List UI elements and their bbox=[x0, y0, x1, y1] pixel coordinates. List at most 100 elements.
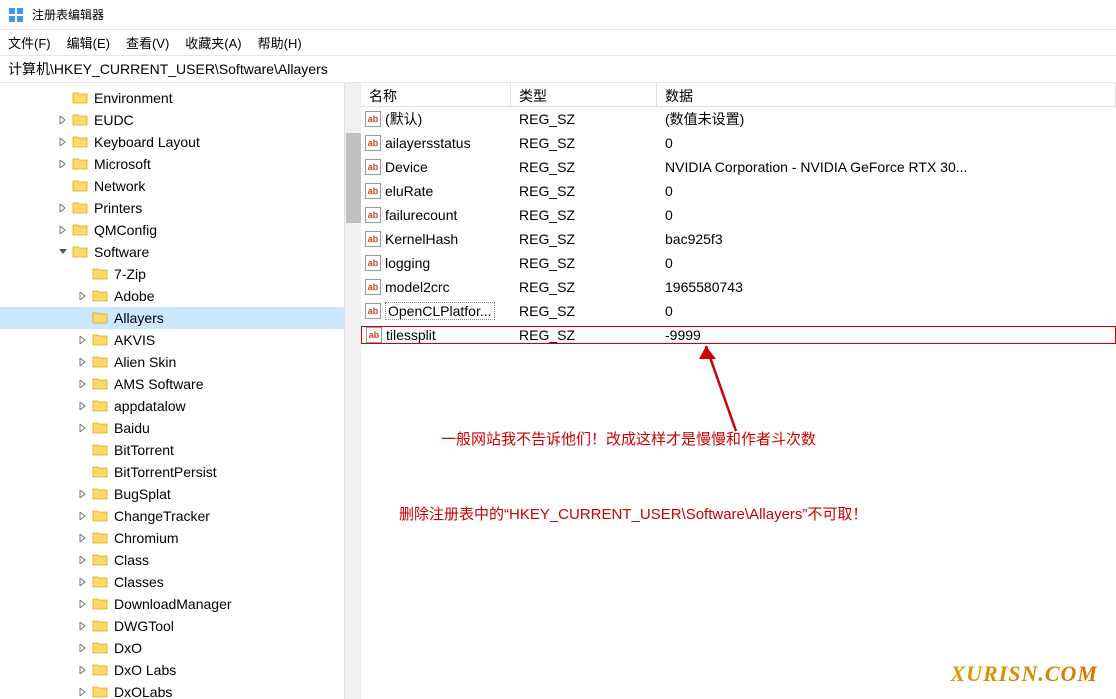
tree-item-adobe[interactable]: Adobe bbox=[0, 285, 360, 307]
string-value-icon: ab bbox=[366, 327, 382, 343]
folder-icon bbox=[92, 377, 108, 391]
tree-item-qmconfig[interactable]: QMConfig bbox=[0, 219, 360, 241]
tree-item-akvis[interactable]: AKVIS bbox=[0, 329, 360, 351]
expand-toggle bbox=[76, 443, 90, 457]
folder-icon bbox=[92, 355, 108, 369]
value-data: (数值未设置) bbox=[657, 109, 1116, 129]
expand-toggle[interactable] bbox=[76, 333, 90, 347]
tree-item-eudc[interactable]: EUDC bbox=[0, 109, 360, 131]
cell-name-wrap: ab(默认) bbox=[361, 109, 511, 129]
scrollbar-thumb[interactable] bbox=[346, 133, 361, 223]
tree-item-allayers[interactable]: Allayers bbox=[0, 307, 360, 329]
expand-toggle[interactable] bbox=[76, 619, 90, 633]
registry-value-row[interactable]: abOpenCLPlatfor...REG_SZ0 bbox=[361, 299, 1116, 323]
expand-toggle[interactable] bbox=[76, 289, 90, 303]
expand-toggle[interactable] bbox=[76, 531, 90, 545]
value-name: failurecount bbox=[385, 207, 457, 223]
registry-value-row[interactable]: abKernelHashREG_SZbac925f3 bbox=[361, 227, 1116, 251]
registry-value-row[interactable]: abeluRateREG_SZ0 bbox=[361, 179, 1116, 203]
registry-value-row[interactable]: abmodel2crcREG_SZ1965580743 bbox=[361, 275, 1116, 299]
tree-item-ams-software[interactable]: AMS Software bbox=[0, 373, 360, 395]
expand-toggle[interactable] bbox=[76, 663, 90, 677]
registry-value-row[interactable]: abfailurecountREG_SZ0 bbox=[361, 203, 1116, 227]
expand-toggle[interactable] bbox=[76, 421, 90, 435]
tree-label: Adobe bbox=[114, 288, 154, 304]
value-data: 0 bbox=[657, 303, 1116, 319]
tree-item-software[interactable]: Software bbox=[0, 241, 360, 263]
menubar: 文件(F) 编辑(E) 查看(V) 收藏夹(A) 帮助(H) bbox=[0, 30, 1116, 55]
tree-item-downloadmanager[interactable]: DownloadManager bbox=[0, 593, 360, 615]
expand-toggle[interactable] bbox=[76, 377, 90, 391]
tree-item-appdatalow[interactable]: appdatalow bbox=[0, 395, 360, 417]
expand-toggle[interactable] bbox=[56, 201, 70, 215]
tree-item-7-zip[interactable]: 7-Zip bbox=[0, 263, 360, 285]
tree-item-dxo-labs[interactable]: DxO Labs bbox=[0, 659, 360, 681]
tree-item-printers[interactable]: Printers bbox=[0, 197, 360, 219]
scrollbar-vertical[interactable] bbox=[344, 83, 361, 699]
tree-label: Network bbox=[94, 178, 145, 194]
expand-toggle[interactable] bbox=[56, 135, 70, 149]
tree-item-dxo[interactable]: DxO bbox=[0, 637, 360, 659]
tree-item-bittorrent[interactable]: BitTorrent bbox=[0, 439, 360, 461]
registry-value-row[interactable]: abDeviceREG_SZNVIDIA Corporation - NVIDI… bbox=[361, 155, 1116, 179]
address-path: 计算机\HKEY_CURRENT_USER\Software\Allayers bbox=[8, 59, 328, 79]
tree-item-classes[interactable]: Classes bbox=[0, 571, 360, 593]
tree-item-changetracker[interactable]: ChangeTracker bbox=[0, 505, 360, 527]
tree-item-baidu[interactable]: Baidu bbox=[0, 417, 360, 439]
annotation-arrow bbox=[691, 341, 741, 441]
expand-toggle[interactable] bbox=[76, 487, 90, 501]
expand-toggle[interactable] bbox=[76, 399, 90, 413]
folder-icon bbox=[92, 641, 108, 655]
tree-item-alien-skin[interactable]: Alien Skin bbox=[0, 351, 360, 373]
registry-value-row[interactable]: ab(默认)REG_SZ(数值未设置) bbox=[361, 107, 1116, 131]
registry-value-row[interactable]: abloggingREG_SZ0 bbox=[361, 251, 1116, 275]
expand-toggle[interactable] bbox=[76, 355, 90, 369]
tree-item-dxolabs[interactable]: DxOLabs bbox=[0, 681, 360, 699]
registry-value-row[interactable]: abailayersstatusREG_SZ0 bbox=[361, 131, 1116, 155]
tree-item-class[interactable]: Class bbox=[0, 549, 360, 571]
app-icon bbox=[8, 7, 24, 23]
menu-edit[interactable]: 编辑(E) bbox=[67, 33, 110, 52]
menu-file[interactable]: 文件(F) bbox=[8, 33, 51, 52]
value-name: KernelHash bbox=[385, 231, 458, 247]
expand-toggle[interactable] bbox=[56, 113, 70, 127]
col-header-data[interactable]: 数据 bbox=[657, 83, 1116, 106]
tree-label: DxOLabs bbox=[114, 684, 172, 699]
folder-icon bbox=[92, 421, 108, 435]
value-data: 0 bbox=[657, 207, 1116, 223]
expand-toggle[interactable] bbox=[76, 641, 90, 655]
folder-icon bbox=[92, 267, 108, 281]
tree-item-bittorrentpersist[interactable]: BitTorrentPersist bbox=[0, 461, 360, 483]
tree-item-bugsplat[interactable]: BugSplat bbox=[0, 483, 360, 505]
tree-item-microsoft[interactable]: Microsoft bbox=[0, 153, 360, 175]
expand-toggle[interactable] bbox=[76, 509, 90, 523]
tree-item-network[interactable]: Network bbox=[0, 175, 360, 197]
value-type: REG_SZ bbox=[511, 231, 657, 247]
expand-toggle[interactable] bbox=[76, 685, 90, 699]
menu-view[interactable]: 查看(V) bbox=[126, 33, 169, 52]
tree-item-chromium[interactable]: Chromium bbox=[0, 527, 360, 549]
expand-toggle[interactable] bbox=[76, 575, 90, 589]
string-value-icon: ab bbox=[365, 183, 381, 199]
col-header-name[interactable]: 名称 bbox=[361, 83, 511, 106]
value-type: REG_SZ bbox=[511, 207, 657, 223]
string-value-icon: ab bbox=[365, 303, 381, 319]
expand-toggle[interactable] bbox=[56, 157, 70, 171]
tree-panel[interactable]: EnvironmentEUDCKeyboard LayoutMicrosoft N… bbox=[0, 83, 361, 699]
cell-name-wrap: abKernelHash bbox=[361, 231, 511, 247]
tree-item-environment[interactable]: Environment bbox=[0, 87, 360, 109]
folder-icon bbox=[72, 201, 88, 215]
expand-toggle[interactable] bbox=[56, 223, 70, 237]
folder-icon bbox=[72, 179, 88, 193]
list-panel[interactable]: 名称 类型 数据 ab(默认)REG_SZ(数值未设置)abailayersst… bbox=[361, 83, 1116, 699]
address-bar[interactable]: 计算机\HKEY_CURRENT_USER\Software\Allayers bbox=[0, 55, 1116, 83]
titlebar: 注册表编辑器 bbox=[0, 0, 1116, 30]
menu-favorites[interactable]: 收藏夹(A) bbox=[185, 33, 241, 52]
tree-item-keyboard-layout[interactable]: Keyboard Layout bbox=[0, 131, 360, 153]
col-header-type[interactable]: 类型 bbox=[511, 83, 657, 106]
expand-toggle[interactable] bbox=[76, 553, 90, 567]
expand-toggle[interactable] bbox=[56, 245, 70, 259]
tree-item-dwgtool[interactable]: DWGTool bbox=[0, 615, 360, 637]
expand-toggle[interactable] bbox=[76, 597, 90, 611]
menu-help[interactable]: 帮助(H) bbox=[258, 33, 302, 52]
